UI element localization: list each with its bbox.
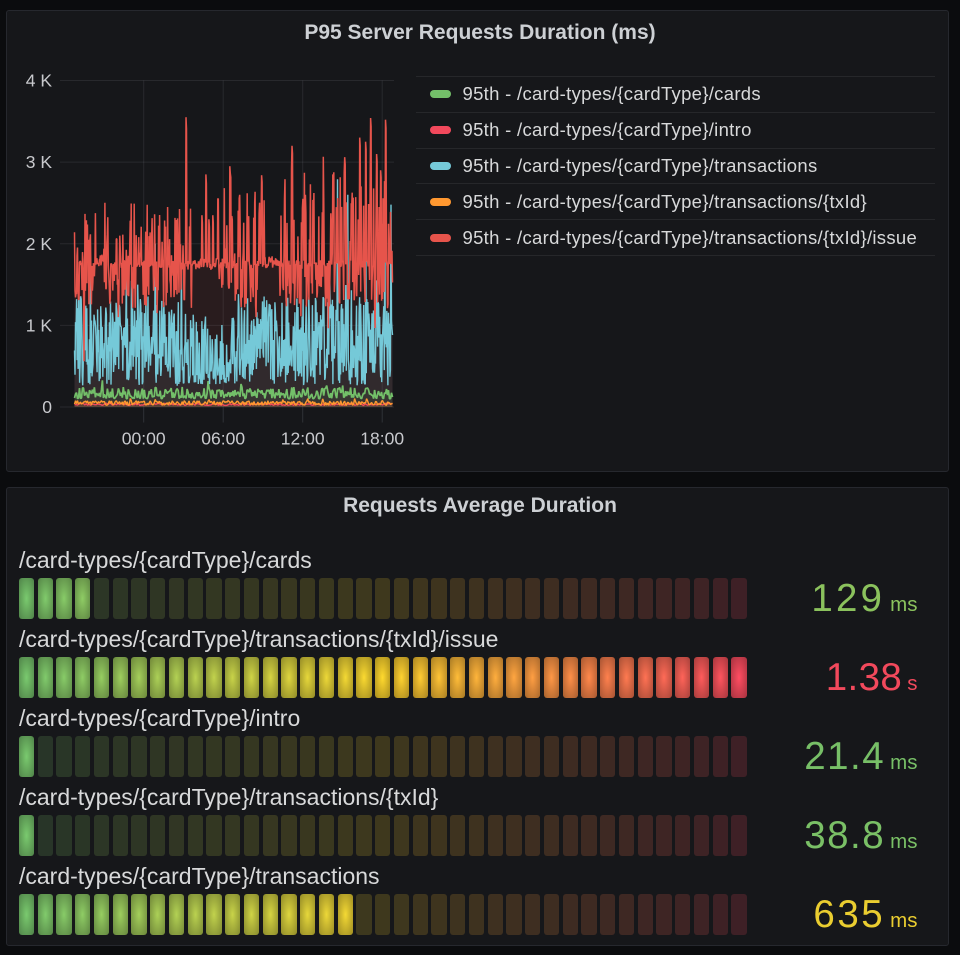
svg-text:0: 0 [42,397,52,417]
svg-text:2 K: 2 K [26,234,53,254]
svg-text:3 K: 3 K [26,152,53,172]
svg-text:1 K: 1 K [26,315,53,335]
svg-text:00:00: 00:00 [122,429,166,449]
svg-text:18:00: 18:00 [360,429,404,449]
svg-text:06:00: 06:00 [201,429,245,449]
svg-text:4 K: 4 K [26,71,53,91]
svg-text:12:00: 12:00 [281,429,325,449]
